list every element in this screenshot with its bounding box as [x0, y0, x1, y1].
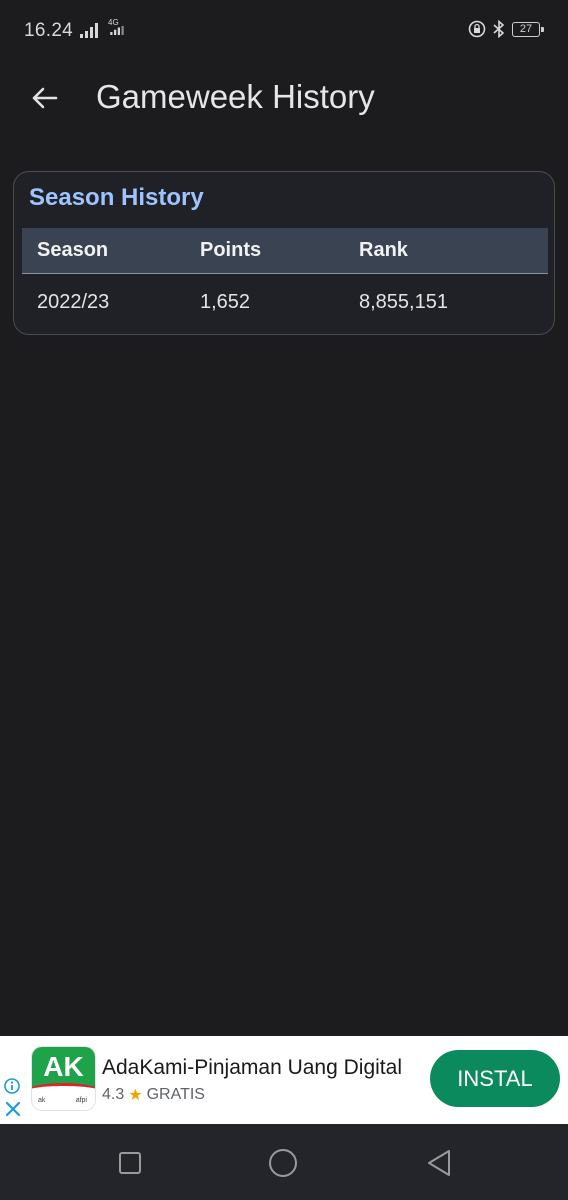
recent-apps-icon[interactable] — [115, 1148, 145, 1178]
ad-banner[interactable]: AK ak afpi AdaKami-Pinjaman Uang Digital… — [0, 1036, 568, 1124]
logo-text: AK — [43, 1051, 84, 1082]
ad-rating-value: 4.3 — [102, 1086, 125, 1103]
home-circle-icon[interactable] — [268, 1148, 298, 1178]
cell-season: 2022/23 — [37, 290, 110, 313]
close-icon[interactable] — [4, 1100, 22, 1118]
table-row: 2022/23 1,652 8,855,151 — [22, 274, 548, 330]
signal-2-icon — [110, 26, 124, 35]
column-header-rank: Rank — [359, 239, 408, 261]
column-header-season: Season — [37, 239, 109, 261]
season-table: Season Points Rank 2022/23 1,652 8,855,1… — [22, 228, 548, 330]
ad-app-name[interactable]: AdaKami-Pinjaman Uang Digital — [102, 1056, 402, 1080]
app-logo[interactable]: AK ak afpi — [32, 1047, 95, 1110]
signal-icon — [80, 23, 98, 38]
season-history-card: Season History Season Points Rank 2022/2… — [13, 171, 555, 335]
install-button[interactable]: INSTAL — [430, 1050, 560, 1107]
arrow-left-icon — [32, 87, 58, 109]
bluetooth-icon — [493, 20, 505, 38]
nav-back-triangle-icon[interactable] — [424, 1148, 454, 1178]
logo-foot-right: afpi — [75, 1097, 87, 1104]
page-title: Gameweek History — [96, 78, 375, 115]
screen: 16.24 4G 27 Gameweek History Season Hist… — [0, 0, 568, 1200]
card-title: Season History — [29, 184, 204, 211]
lock-rotation-icon — [468, 20, 486, 38]
info-icon[interactable] — [4, 1078, 20, 1094]
logo-foot-left: ak — [38, 1097, 46, 1104]
battery-indicator: 27 — [512, 22, 544, 37]
cell-rank: 8,855,151 — [359, 290, 448, 313]
status-time: 16.24 — [24, 20, 74, 41]
app-bar: Gameweek History — [0, 60, 568, 140]
ad-price: GRATIS — [146, 1086, 205, 1103]
status-bar: 16.24 4G 27 — [0, 0, 568, 60]
back-button[interactable] — [20, 74, 68, 122]
system-nav-bar — [0, 1124, 568, 1200]
column-header-points: Points — [200, 239, 262, 261]
table-header-row: Season Points Rank — [22, 228, 548, 274]
ad-rating-row: 4.3 ★ GRATIS — [102, 1085, 205, 1105]
star-icon: ★ — [128, 1087, 143, 1104]
cell-points: 1,652 — [200, 290, 251, 313]
